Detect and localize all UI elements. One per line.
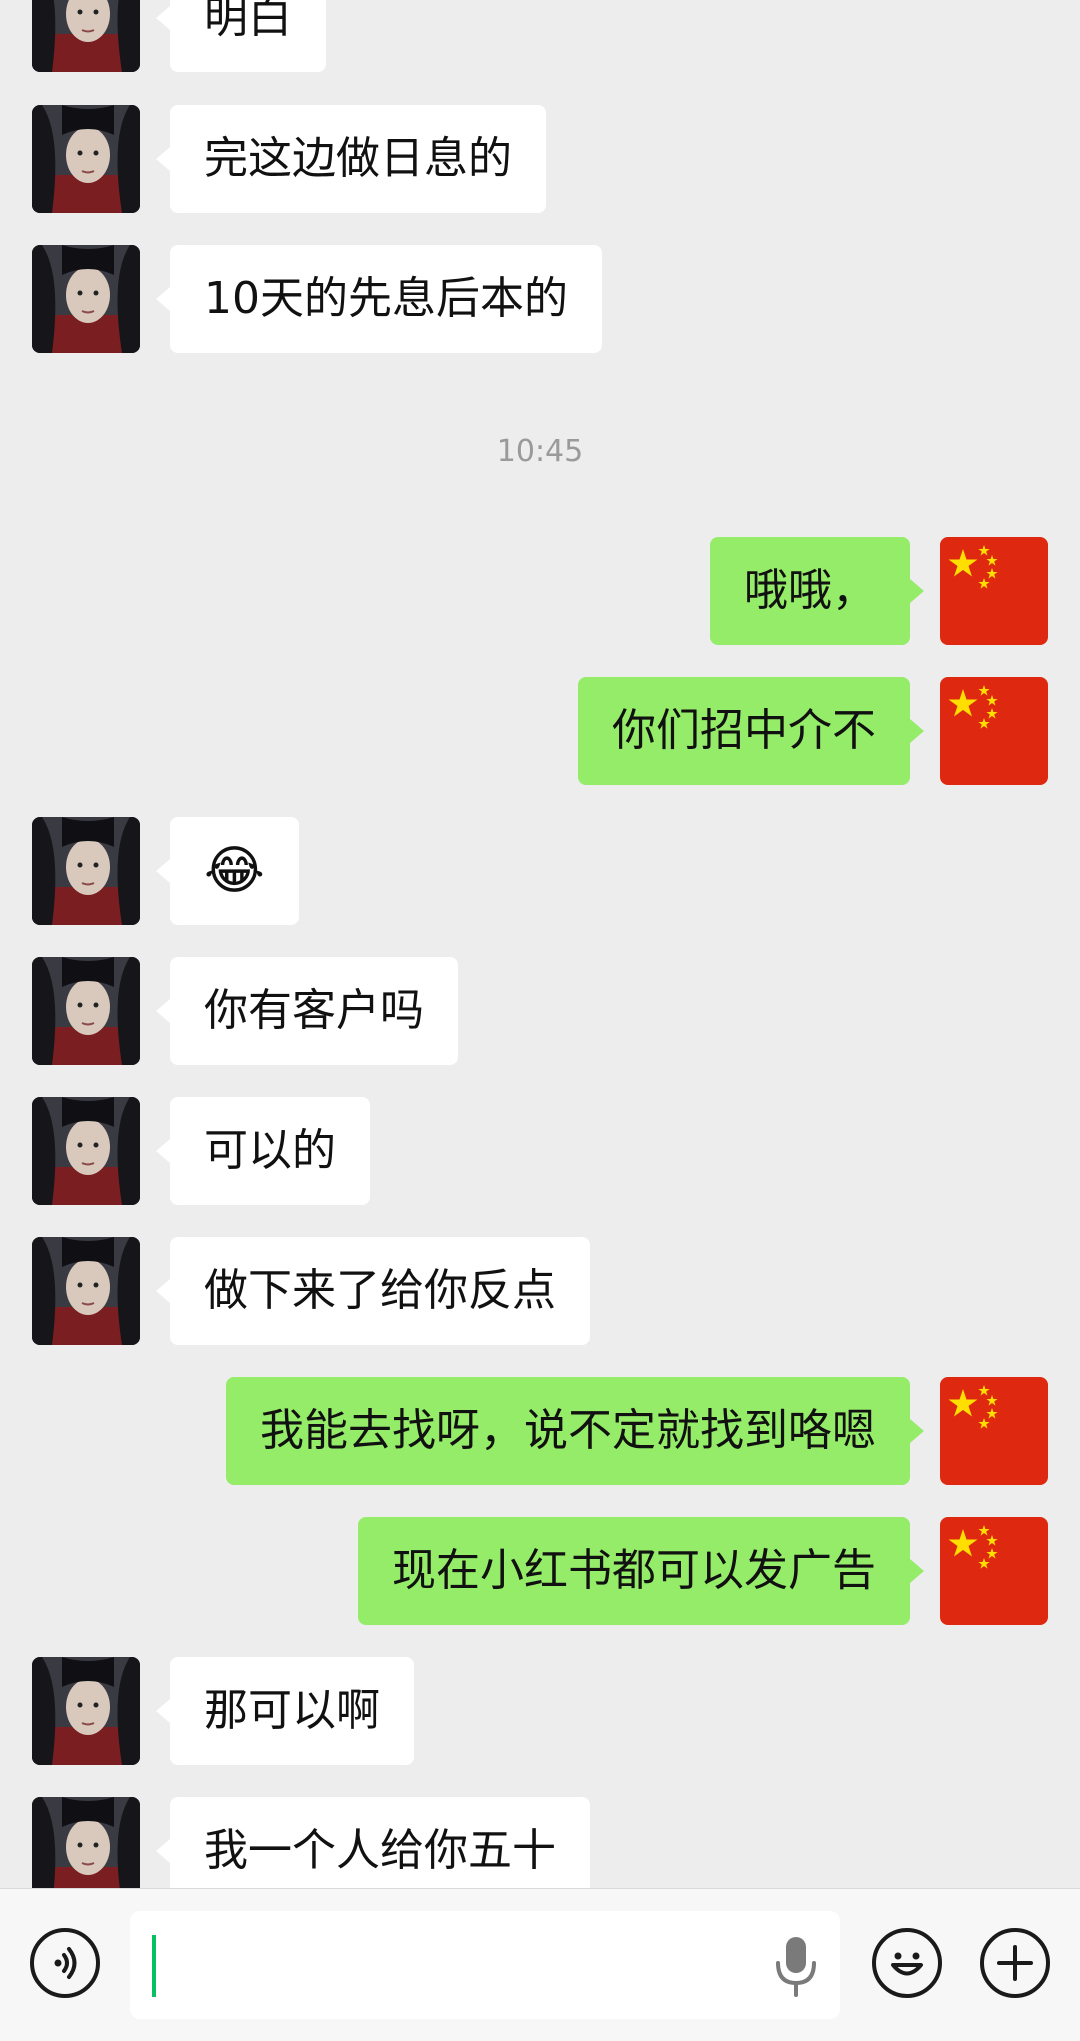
message-bubble[interactable]: 哦哦， — [710, 537, 924, 645]
message-bubble[interactable]: 完这边做日息的 — [156, 105, 546, 213]
more-button[interactable] — [980, 1928, 1050, 1998]
china-flag-avatar[interactable] — [940, 1517, 1048, 1625]
message-row: 明白 — [0, 0, 1080, 72]
contact-avatar[interactable] — [32, 817, 140, 925]
message-bubble[interactable]: 10天的先息后本的 — [156, 245, 602, 353]
message-bubble[interactable]: 那可以啊 — [156, 1657, 414, 1765]
message-bubble[interactable]: 你们招中介不 — [578, 677, 924, 785]
plus-icon — [997, 1945, 1033, 1981]
tears-of-joy-emoji: 😂 — [204, 841, 265, 901]
message-bubble[interactable]: 现在小红书都可以发广告 — [358, 1517, 924, 1625]
message-row: 完这边做日息的 — [0, 105, 1080, 213]
message-row: 10天的先息后本的 — [0, 245, 1080, 353]
message-row: 😂 — [0, 817, 1080, 925]
contact-avatar[interactable] — [32, 1797, 140, 1888]
contact-avatar[interactable] — [32, 105, 140, 213]
message-bubble[interactable]: 可以的 — [156, 1097, 370, 1205]
message-row: 可以的 — [0, 1097, 1080, 1205]
emoji-icon — [891, 1952, 923, 1976]
voice-button[interactable] — [30, 1928, 100, 1998]
china-flag-avatar[interactable] — [940, 1377, 1048, 1485]
message-row: 那可以啊 — [0, 1657, 1080, 1765]
message-row: 你们招中介不 — [0, 677, 1080, 785]
message-row: 哦哦， — [0, 537, 1080, 645]
chat-area[interactable]: 明白 完这边做日息的 10天的先息后本的 10:45 哦哦， 你们招中介不 😂 — [0, 0, 1080, 1888]
contact-avatar[interactable] — [32, 957, 140, 1065]
message-row: 我一个人给你五十 — [0, 1797, 1080, 1888]
china-flag-avatar[interactable] — [940, 537, 1048, 645]
contact-avatar[interactable] — [32, 1657, 140, 1765]
message-row: 现在小红书都可以发广告 — [0, 1517, 1080, 1625]
contact-avatar[interactable] — [32, 0, 140, 72]
message-row: 你有客户吗 — [0, 957, 1080, 1065]
message-bubble[interactable]: 我能去找呀，说不定就找到咯嗯 — [226, 1377, 924, 1485]
message-bubble[interactable]: 你有客户吗 — [156, 957, 458, 1065]
message-bubble[interactable]: 我一个人给你五十 — [156, 1797, 590, 1888]
message-row: 我能去找呀，说不定就找到咯嗯 — [0, 1377, 1080, 1485]
contact-avatar[interactable] — [32, 1097, 140, 1205]
message-bubble[interactable]: 做下来了给你反点 — [156, 1237, 590, 1345]
voice-icon — [54, 1947, 77, 1979]
input-bar — [0, 1888, 1080, 2041]
message-bubble[interactable]: 😂 — [156, 817, 299, 925]
emoji-button[interactable] — [872, 1928, 942, 1998]
message-input[interactable] — [130, 1911, 840, 2019]
china-flag-avatar[interactable] — [940, 677, 1048, 785]
contact-avatar[interactable] — [32, 1237, 140, 1345]
microphone-icon[interactable] — [770, 1933, 822, 1999]
message-bubble[interactable]: 明白 — [156, 0, 326, 72]
text-caret — [152, 1935, 156, 1997]
contact-avatar[interactable] — [32, 245, 140, 353]
timestamp: 10:45 — [496, 434, 584, 469]
message-row: 做下来了给你反点 — [0, 1237, 1080, 1345]
